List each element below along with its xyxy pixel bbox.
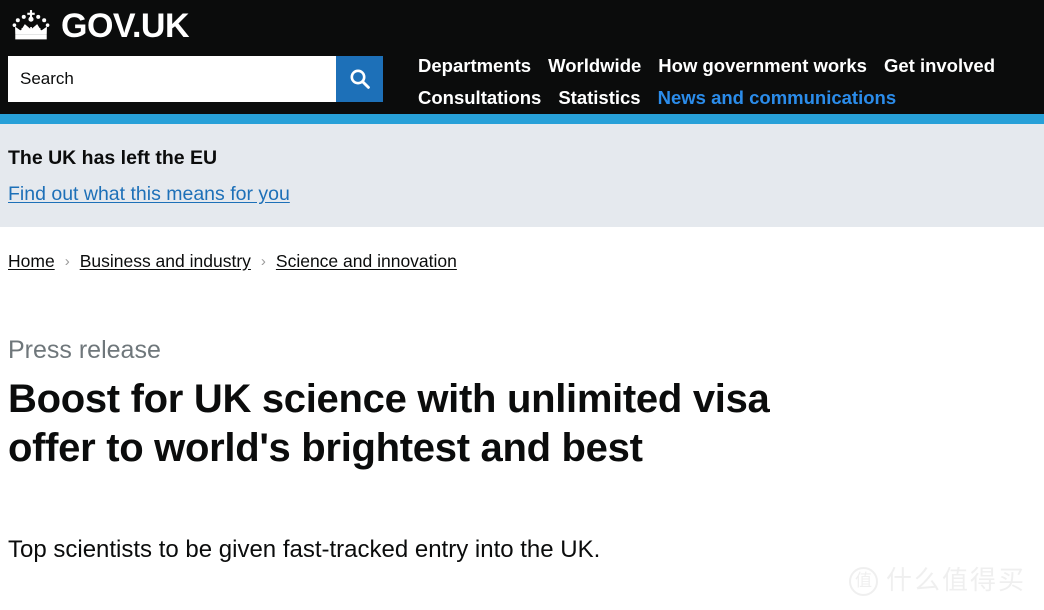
nav-row-2: Consultations Statistics News and commun… <box>418 82 1038 114</box>
nav-link-consultations[interactable]: Consultations <box>418 82 541 114</box>
page-title: Boost for UK science with unlimited visa… <box>8 377 770 470</box>
eu-banner-link[interactable]: Find out what this means for you <box>8 183 290 205</box>
govuk-wordmark[interactable]: GOV.UK <box>61 9 190 43</box>
watermark-logo-icon: 值 <box>848 567 878 596</box>
nav-row-1: Departments Worldwide How government wor… <box>418 50 1038 82</box>
eu-notice-banner: The UK has left the EU Find out what thi… <box>0 124 1044 227</box>
breadcrumb: Home › Business and industry › Science a… <box>0 227 1044 275</box>
search-button[interactable] <box>336 56 383 102</box>
chevron-right-icon: › <box>260 252 266 270</box>
brand-row: GOV.UK <box>0 0 1044 46</box>
site-header: GOV.UK Departments Worldwide How governm… <box>0 0 1044 114</box>
search-input[interactable] <box>8 56 336 102</box>
watermark-text: 什么值得买 <box>885 566 1026 596</box>
breadcrumb-item-business-and-industry[interactable]: Business and industry <box>80 251 251 272</box>
content-type-label: Press release <box>8 336 161 364</box>
nav-link-get-involved[interactable]: Get involved <box>884 50 995 82</box>
breadcrumb-item-home[interactable]: Home <box>8 251 55 272</box>
chevron-right-icon: › <box>64 252 70 270</box>
blue-accent-bar <box>0 114 1044 124</box>
site-search <box>8 56 383 102</box>
breadcrumb-item-science-and-innovation[interactable]: Science and innovation <box>276 251 457 272</box>
watermark: 值 什么值得买 <box>848 566 1026 596</box>
eu-banner-title: The UK has left the EU <box>8 147 218 169</box>
royal-crown-icon <box>8 9 54 43</box>
search-icon <box>348 67 372 91</box>
main-content: Press release Boost for UK science with … <box>0 275 1044 566</box>
nav-link-how-government-works[interactable]: How government works <box>658 50 867 82</box>
nav-link-statistics[interactable]: Statistics <box>558 82 640 114</box>
page-subtitle: Top scientists to be given fast-tracked … <box>8 536 601 563</box>
nav-link-departments[interactable]: Departments <box>418 50 531 82</box>
nav-link-worldwide[interactable]: Worldwide <box>548 50 641 82</box>
primary-navigation: Departments Worldwide How government wor… <box>418 50 1038 114</box>
nav-link-news-and-communications[interactable]: News and communications <box>658 82 897 114</box>
